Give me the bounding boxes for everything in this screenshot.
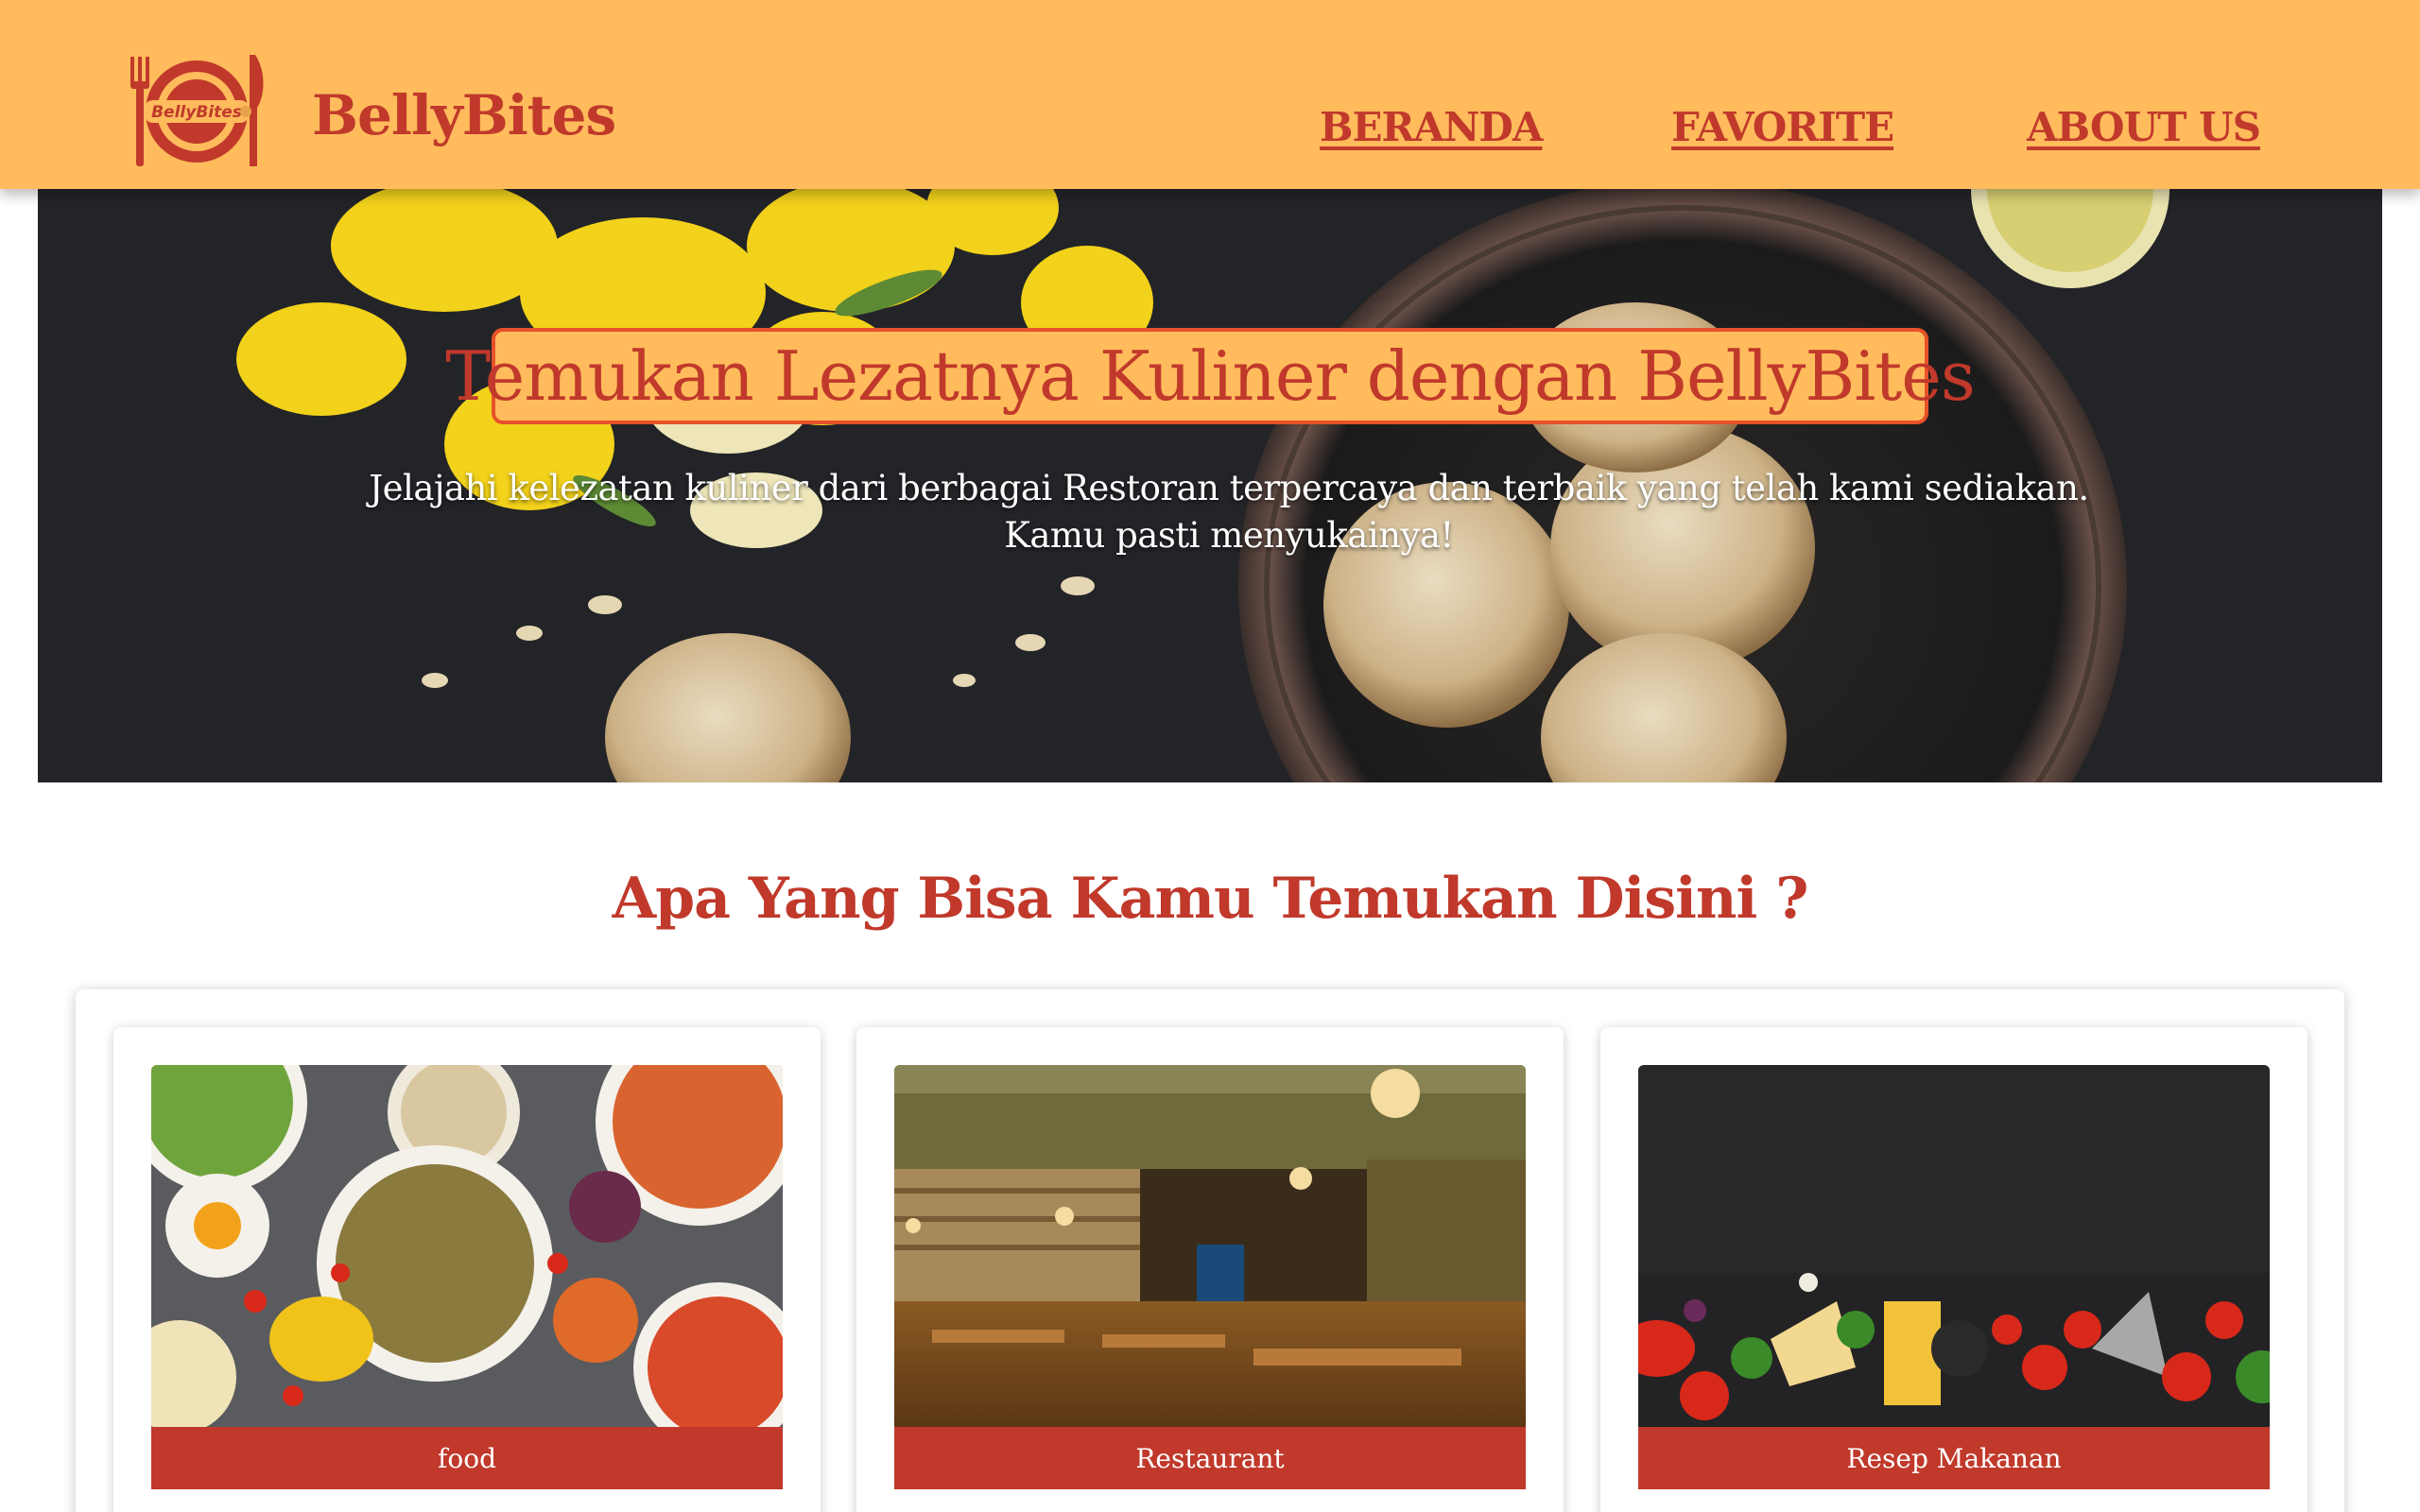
card-restaurant-label: Restaurant: [894, 1427, 1526, 1489]
card-restaurant[interactable]: Restaurant: [856, 1027, 1564, 1512]
card-food-label: food: [151, 1427, 783, 1489]
bellybites-logo[interactable]: BellyBites: [127, 53, 270, 170]
resep-image: [1638, 1065, 2270, 1430]
hero-title: Temukan Lezatnya Kuliner dengan BellyBit…: [445, 328, 1976, 424]
restaurant-image: [894, 1065, 1526, 1430]
hero-subtitle-line1: Jelajahi kelezatan kuliner dari berbagai…: [369, 468, 2089, 508]
nav-beranda[interactable]: BERANDA: [1320, 104, 1543, 150]
brand-name[interactable]: BellyBites: [312, 83, 616, 147]
nav-about-us[interactable]: ABOUT US: [2027, 104, 2261, 150]
card-food[interactable]: food: [113, 1027, 821, 1512]
nav-favorite[interactable]: FAVORITE: [1671, 104, 1894, 150]
site-header: BellyBites BellyBites BERANDA FAVORITE A…: [0, 0, 2420, 189]
hero-subtitle-line2: Kamu pasti menyukainya!: [1004, 515, 1454, 556]
section-title: Apa Yang Bisa Kamu Temukan Disini ?: [612, 866, 1809, 932]
svg-text:BellyBites: BellyBites: [151, 103, 242, 122]
card-resep-makanan-label: Resep Makanan: [1638, 1427, 2270, 1489]
card-resep-makanan[interactable]: Resep Makanan: [1600, 1027, 2308, 1512]
food-image: [151, 1065, 783, 1430]
hero-subtitle: Jelajahi kelezatan kuliner dari berbagai…: [321, 465, 2136, 559]
hero-banner: Temukan Lezatnya Kuliner dengan BellyBit…: [38, 189, 2382, 782]
